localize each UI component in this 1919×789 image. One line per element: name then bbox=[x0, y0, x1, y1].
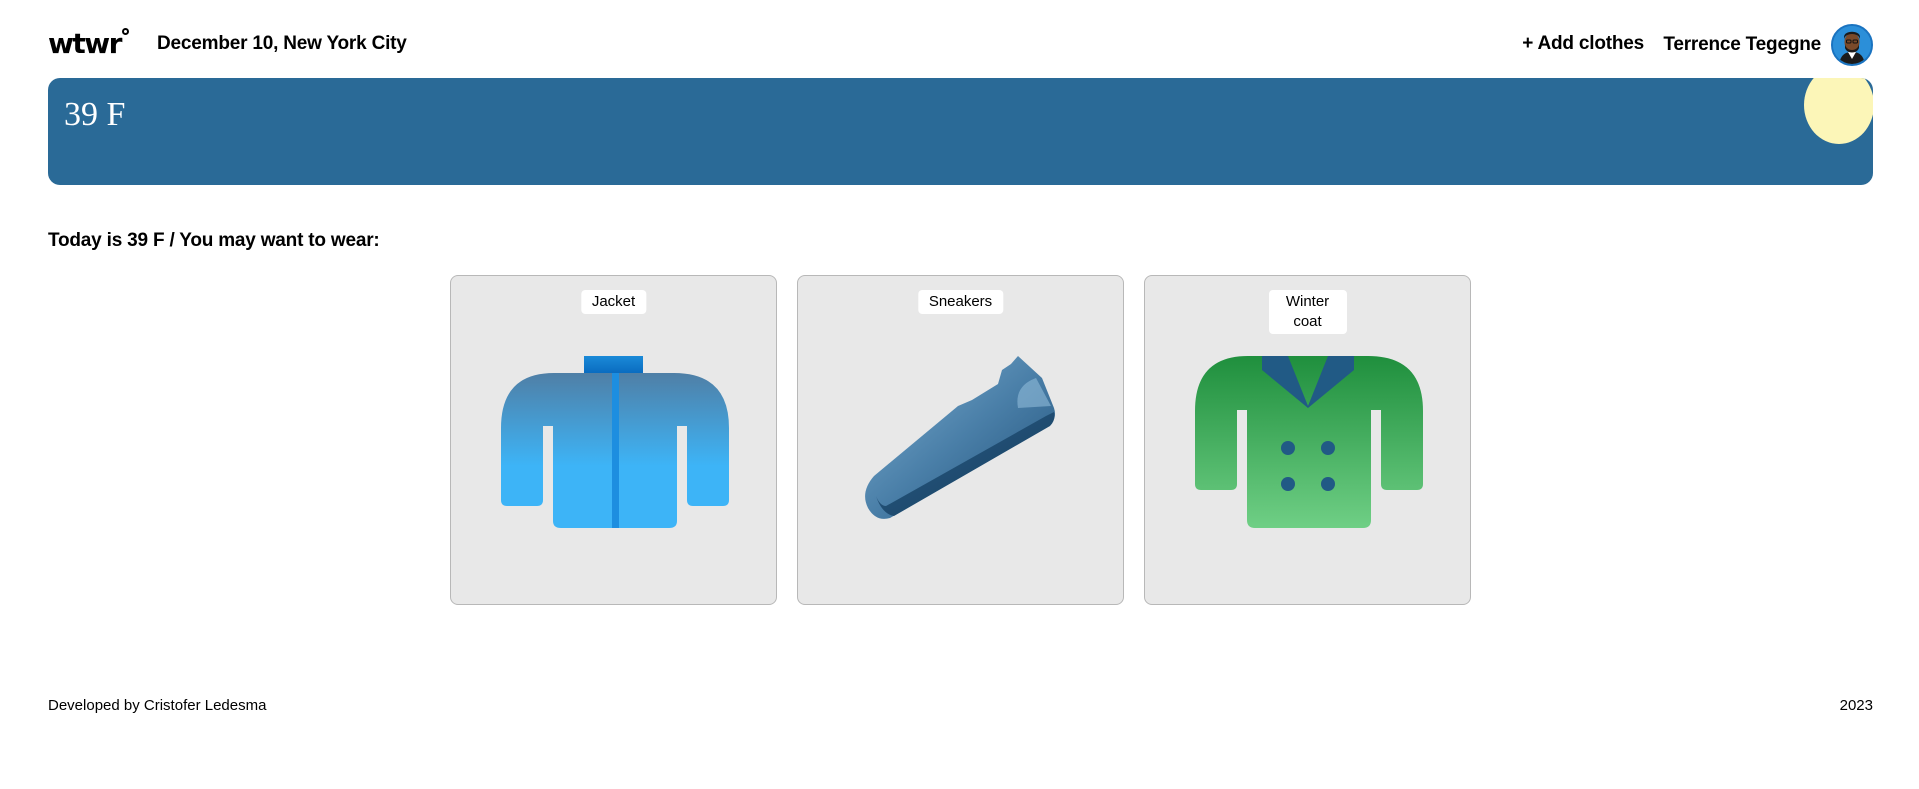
clothing-cards: Jacket Sneakers Winter coat bbox=[450, 275, 1471, 605]
item-card-sneakers[interactable]: Sneakers bbox=[797, 275, 1124, 605]
recommendation-text: Today is 39 F / You may want to wear: bbox=[48, 230, 380, 251]
sun-icon bbox=[1804, 78, 1873, 144]
logo[interactable]: wtwr bbox=[48, 27, 129, 60]
winter-coat-icon bbox=[1194, 356, 1423, 528]
avatar[interactable] bbox=[1831, 24, 1873, 66]
footer-year: 2023 bbox=[1839, 697, 1873, 714]
weather-card: 39 F bbox=[48, 78, 1873, 185]
add-clothes-button[interactable]: + Add clothes bbox=[1522, 33, 1644, 55]
footer-credit: Developed by Cristofer Ledesma bbox=[48, 697, 267, 714]
site-header: wtwr December 10, New York City + Add cl… bbox=[48, 24, 1873, 66]
sneaker-icon bbox=[864, 356, 1055, 519]
logo-text: wtwr bbox=[48, 27, 122, 60]
item-card-label: Sneakers bbox=[917, 290, 1004, 314]
item-card-jacket[interactable]: Jacket bbox=[450, 275, 777, 605]
jacket-icon bbox=[500, 356, 729, 528]
item-card-label: Jacket bbox=[580, 290, 647, 314]
username[interactable]: Terrence Tegegne bbox=[1663, 34, 1821, 56]
avatar-image bbox=[1833, 26, 1871, 64]
weather-temperature: 39 F bbox=[64, 96, 126, 133]
date-location: December 10, New York City bbox=[157, 33, 407, 54]
item-card-label: Winter coat bbox=[1268, 290, 1347, 334]
item-card-winter-coat[interactable]: Winter coat bbox=[1144, 275, 1471, 605]
logo-degree-mark bbox=[121, 28, 129, 35]
